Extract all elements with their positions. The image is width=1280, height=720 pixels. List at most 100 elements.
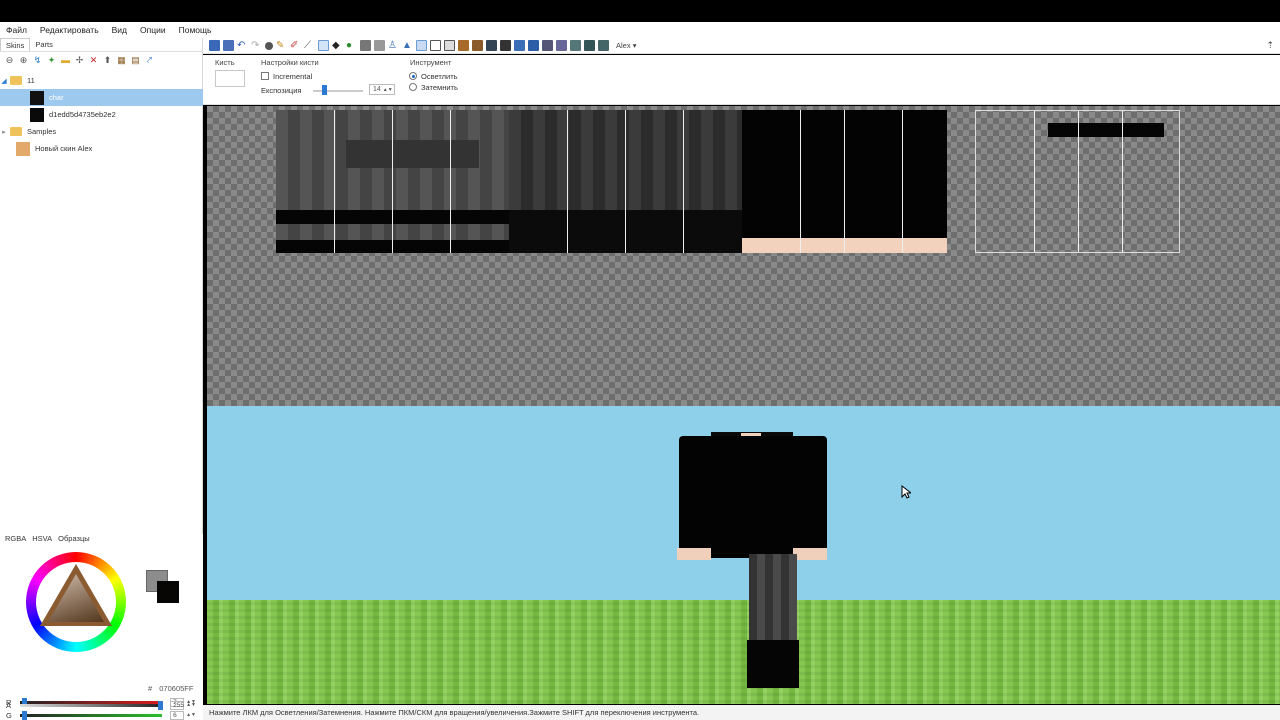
tree-skin-2[interactable]: d1edd5d4735eb2e2 [0,106,203,123]
menu-help[interactable]: Помощь [179,25,212,35]
menu-file[interactable]: Файл [6,25,27,35]
tab-swatches[interactable]: Образцы [58,534,90,546]
part-body-icon[interactable] [472,40,483,51]
tab-hsva[interactable]: HSVA [32,534,52,546]
exposure-label: Експозиция [261,86,302,95]
part-rarm-icon[interactable] [500,40,511,51]
grid2-icon[interactable]: ▤ [130,55,141,66]
redo-icon[interactable]: ↷ [251,40,262,51]
link-icon[interactable]: ⤤ [144,55,155,66]
brush-settings-title: Настройки кисти [261,58,319,67]
collapse-arrow-icon[interactable]: ▸ [0,128,8,136]
darken-lighten-icon[interactable]: ◆ [332,40,343,51]
clone-icon[interactable]: ✢ [74,55,85,66]
spinner-icon[interactable]: ▲▼ [186,712,196,718]
zoom-out-icon[interactable]: ⊖ [4,55,15,66]
character-model [677,430,827,690]
hex-label: # [148,684,153,693]
pencil-icon[interactable]: ✎ [276,40,287,51]
new-folder-icon[interactable]: ▬ [60,55,71,66]
slider-a: A 255 ▲▼ [6,700,196,710]
bucket-icon[interactable]: ● [346,40,357,51]
import-icon[interactable]: ↯ [32,55,43,66]
save-icon[interactable] [209,40,220,51]
menu-options[interactable]: Опции [140,25,166,35]
layer5-toggle-icon[interactable] [598,40,609,51]
dodge-burn-icon[interactable] [318,40,329,51]
exposure-slider-track[interactable] [313,90,363,92]
incremental-checkbox[interactable] [261,72,269,80]
dropper-icon[interactable]: ⟋ [304,40,315,51]
chevron-down-icon: ▾ [632,41,637,50]
layer4-toggle-icon[interactable] [584,40,595,51]
exposure-slider-knob[interactable] [322,85,327,95]
person-icon[interactable]: ♙ [388,40,399,51]
layer3-toggle-icon[interactable] [570,40,581,51]
model-body [679,436,827,558]
menu-edit[interactable]: Редактировать [40,25,99,35]
brush-select[interactable] [215,70,245,87]
primary-color-swatch[interactable] [157,581,179,603]
grid-toggle-icon[interactable] [430,40,441,51]
overlay-icon[interactable] [444,40,455,51]
tab-skins[interactable]: Skins [0,38,31,51]
mountain-icon[interactable]: ▲ [402,40,413,51]
undo-icon[interactable]: ↶ [237,40,248,51]
texture-region-4 [975,110,1180,253]
texture-region-1 [276,110,509,253]
menu-bar: Файл Редактировать Вид Опции Помощь [0,22,1280,38]
save-all-icon[interactable] [223,40,234,51]
stamp-icon[interactable] [374,40,385,51]
part-larm-icon[interactable] [486,40,497,51]
slider-g-knob[interactable] [21,710,27,720]
slider-a-knob[interactable] [157,700,163,710]
skin-thumbnail [30,107,44,122]
zoom-in-icon[interactable]: ⊕ [18,55,29,66]
delete-icon[interactable]: ✕ [88,55,99,66]
collapse-toolbar-icon[interactable]: ⇡ [1266,40,1274,51]
exposure-input[interactable]: 14 ▲▼ [369,84,395,95]
model-select[interactable]: Alex ▾ [616,41,636,50]
slider-g-label: G [6,710,12,720]
expand-arrow-icon[interactable]: ◢ [0,77,8,85]
tab-rgba[interactable]: RGBA [5,534,26,546]
slider-a-label: A [6,700,12,710]
slider-g-track[interactable] [19,710,163,720]
slider-g-input[interactable]: 6 [170,710,185,720]
part-rleg-icon[interactable] [528,40,539,51]
texture-region-2 [509,110,742,253]
title-bar [0,0,1280,22]
tree-skin-alex[interactable]: Новый скин Alex [0,140,203,157]
color-wheel[interactable] [26,552,126,652]
upload-icon[interactable]: ⬆ [102,55,113,66]
darken-label: Затемнить [421,83,458,92]
tree-folder-11[interactable]: ◢ 11 [0,72,203,89]
eraser-icon[interactable]: ✐ [290,40,301,51]
camera-icon[interactable] [265,41,273,50]
menu-view[interactable]: Вид [112,25,127,35]
color-panel: RGBA HSVA Образцы # 070605FF R 7 ▲▼ G 6 … [0,534,203,720]
slider-g: G 6 ▲▼ [6,710,196,720]
spinner-icon[interactable]: ▲▼ [186,702,196,708]
new-skin-icon[interactable]: ✦ [46,55,57,66]
hex-field[interactable]: # 070605FF [148,684,193,693]
hex-value[interactable]: 070605FF [159,684,193,693]
slider-a-track[interactable] [19,700,163,710]
skin-texture-canvas[interactable] [207,106,1280,406]
skin-thumbnail [16,141,30,156]
noise-icon[interactable] [360,40,371,51]
grid-icon[interactable]: ▦ [116,55,127,66]
layer2-toggle-icon[interactable] [556,40,567,51]
part-head-icon[interactable] [458,40,469,51]
layer-toggle-icon[interactable] [542,40,553,51]
tab-parts[interactable]: Parts [30,38,58,51]
darken-radio[interactable] [409,83,417,91]
tree-folder-label: Samples [27,127,57,136]
lighten-radio[interactable] [409,72,417,80]
tree-skin-char[interactable]: char [0,89,203,106]
slider-a-input[interactable]: 255 [170,700,185,710]
part-lleg-icon[interactable] [514,40,525,51]
tree-folder-samples[interactable]: ▸ Samples [0,123,203,140]
3d-preview[interactable] [207,406,1280,704]
layout-icon[interactable] [416,40,427,51]
